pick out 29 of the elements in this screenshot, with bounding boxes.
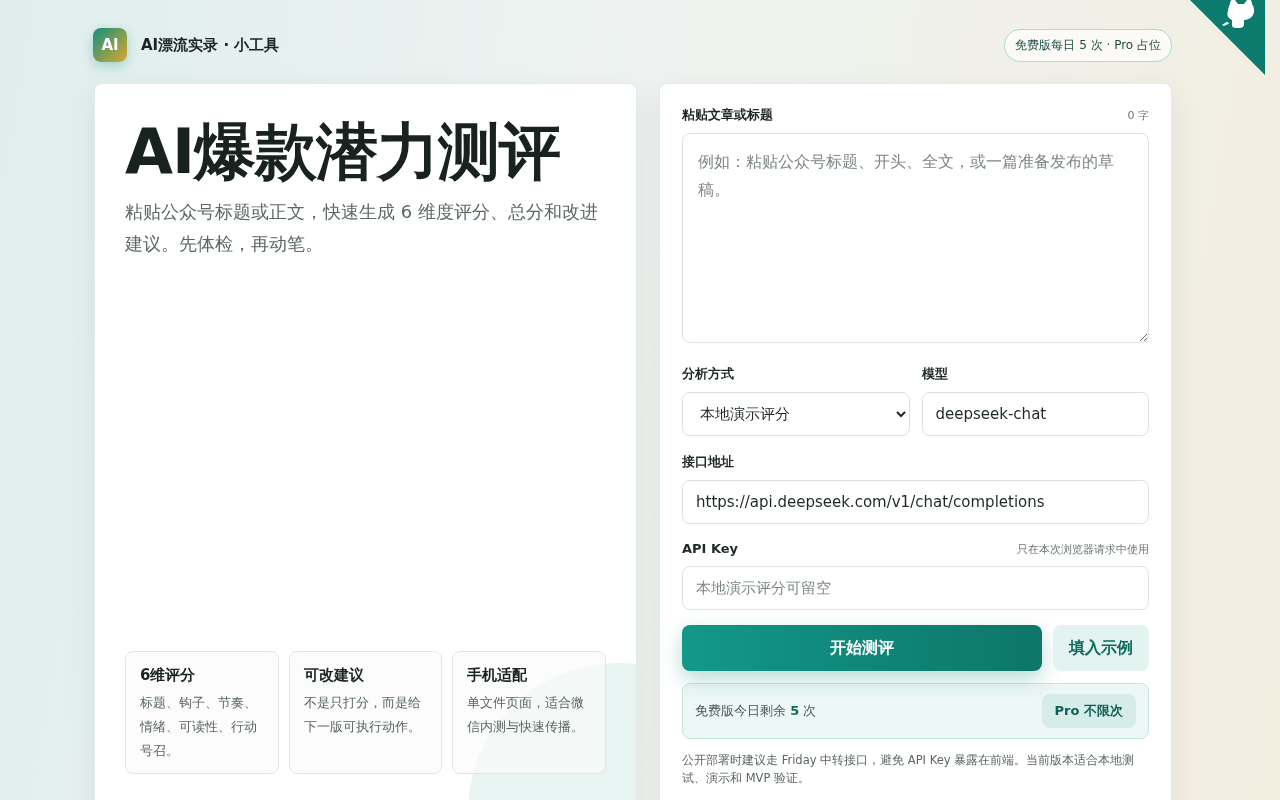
feature-text: 标题、钩子、节奏、情绪、可读性、行动号召。 <box>140 694 258 760</box>
field-label: 粘贴文章或标题 <box>682 106 773 124</box>
start-button[interactable]: 开始测评 <box>682 625 1042 671</box>
page-heading: AI爆款潜力测评 <box>125 114 562 190</box>
logo-icon: AI <box>93 28 127 62</box>
article-textarea[interactable]: 例如：粘贴公众号标题、开头、全文，或一篇准备发布的草稿。 <box>682 133 1149 343</box>
feature-title: 可改建议 <box>303 666 365 685</box>
deployment-note: 公开部署时建议走 Friday 中转接口，避免 API Key 暴露在前端。当前版本适合本地测试、演示和 MVP 验证。 <box>682 752 1136 787</box>
feature-text: 单文件页面，适合微信内测与快速传播。 <box>467 694 586 736</box>
endpoint-field[interactable]: https://api.deepseek.com/v1/chat/completions <box>682 480 1149 524</box>
field-hint: 只在本次浏览器请求中使用 <box>1017 542 1149 557</box>
field-label: API Key <box>682 541 739 556</box>
example-button[interactable]: 填入示例 <box>1053 625 1149 671</box>
model-field[interactable]: deepseek-chat <box>921 392 1149 436</box>
subtitle: 粘贴公众号标题或正文，快速生成 6 维度评分、总分和改进建议。先体检，再动笔。 <box>125 200 599 256</box>
plan-badge: 免费版每日 5 次 · Pro 占位 <box>1004 28 1172 62</box>
cat-corner-icon[interactable] <box>1190 0 1265 75</box>
mode-dropdown[interactable]: 本地演示评分 <box>682 392 910 436</box>
feature-title: 6维评分 <box>140 666 197 685</box>
field-label: 分析方式 <box>682 365 734 383</box>
site-title: AI漂流实录 · 小工具 <box>141 35 280 55</box>
field-label: 接口地址 <box>682 453 734 471</box>
api-key-field[interactable]: 本地演示评分可留空 <box>682 566 1149 610</box>
pro-button[interactable]: Pro 不限次 <box>1041 694 1136 728</box>
field-label: 模型 <box>921 365 948 383</box>
character-count: 0 字 <box>1127 108 1149 123</box>
feature-text: 不是只打分，而是给下一版可执行动作。 <box>303 694 422 736</box>
feature-title: 手机适配 <box>467 666 529 685</box>
quota-text: 免费版今日剩余 5 次 <box>695 702 817 720</box>
